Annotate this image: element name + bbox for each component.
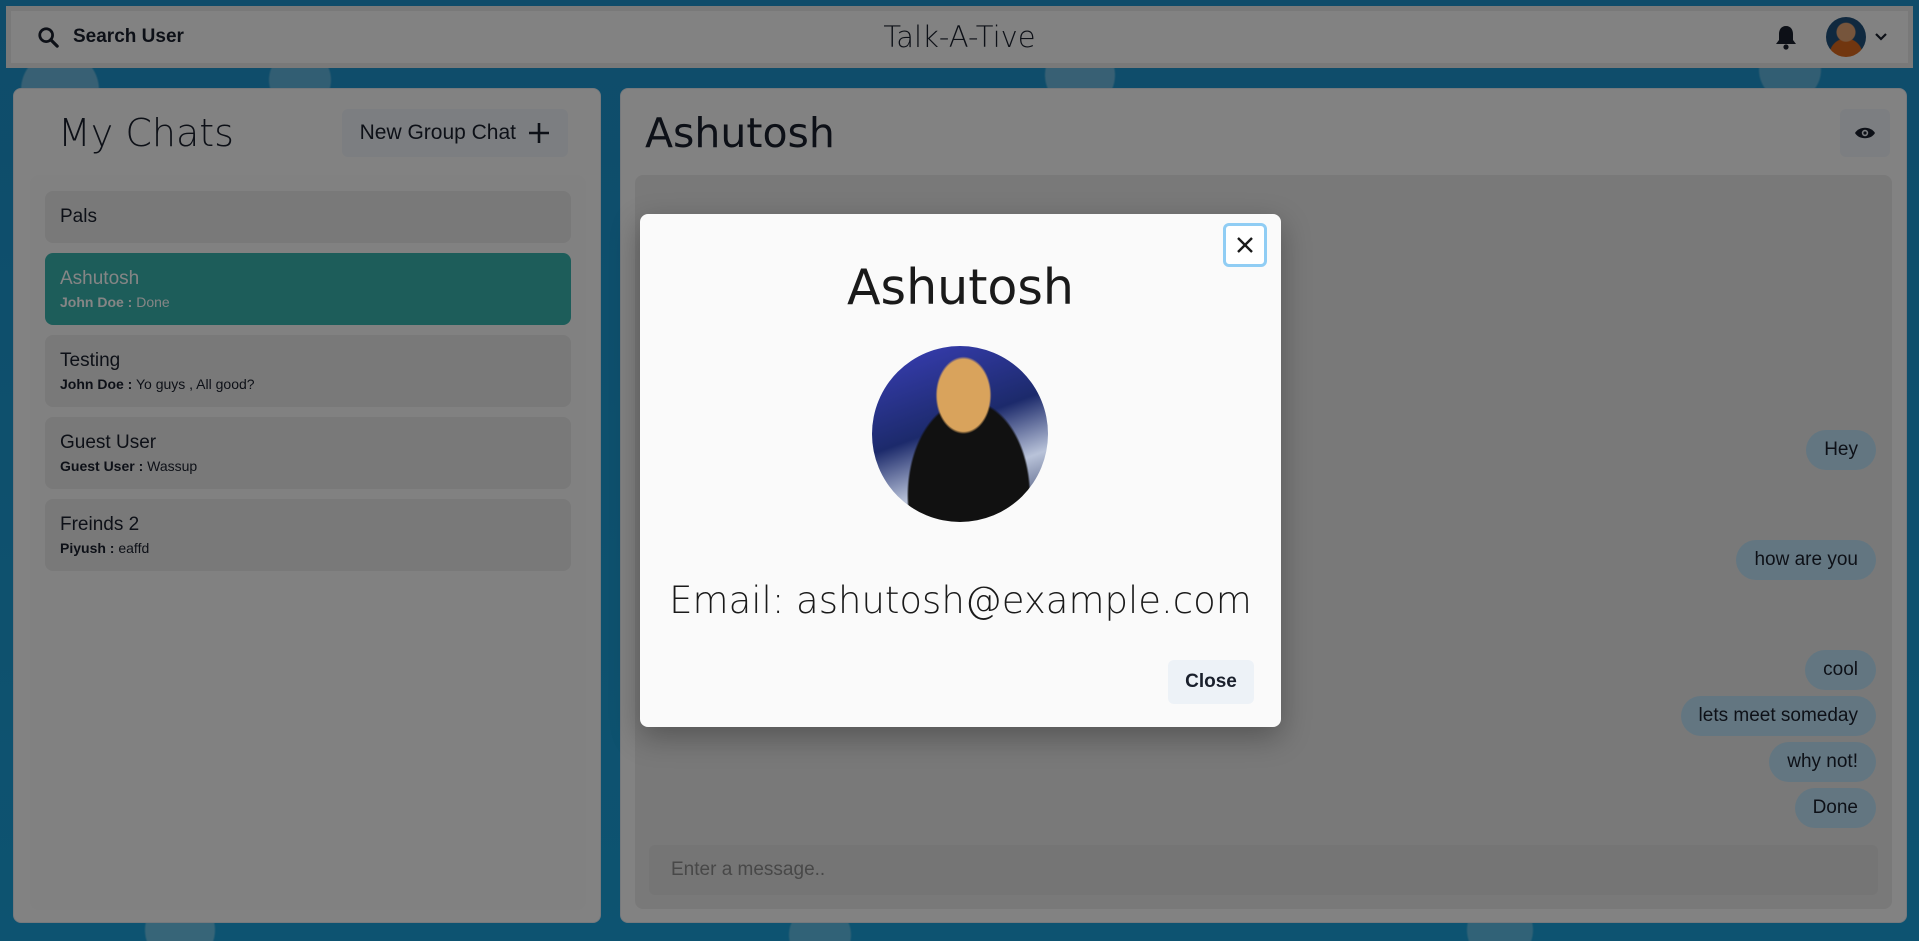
modal-close-button[interactable]: Close bbox=[1168, 660, 1254, 704]
profile-picture bbox=[872, 346, 1048, 522]
profile-modal: Ashutosh Email: ashutosh@example.com Clo… bbox=[640, 214, 1281, 727]
modal-user-email: Email: ashutosh@example.com bbox=[669, 579, 1252, 622]
close-icon bbox=[1237, 237, 1253, 253]
modal-user-name: Ashutosh bbox=[847, 259, 1074, 316]
